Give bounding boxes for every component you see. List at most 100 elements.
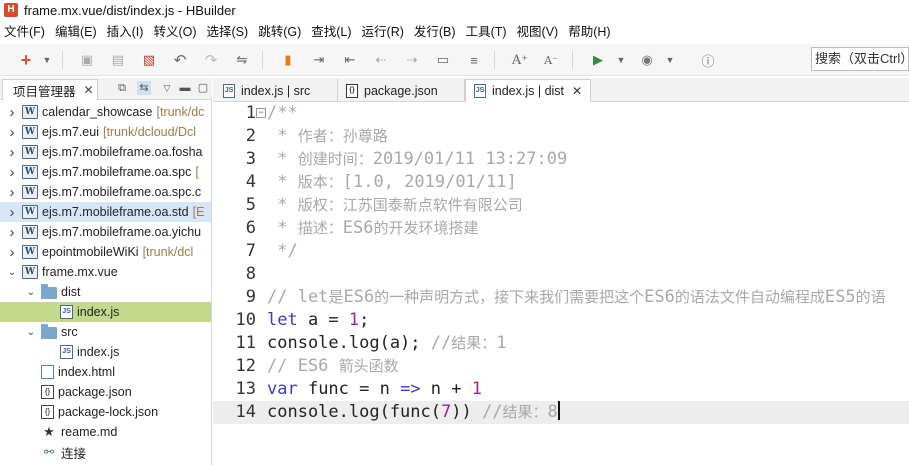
close-icon[interactable]: ✕ xyxy=(572,84,582,98)
browser-preview-icon[interactable]: ◉ xyxy=(639,52,655,68)
chevron-right-icon[interactable]: › xyxy=(6,164,18,181)
goto-next-icon[interactable]: ⇥ xyxy=(311,52,327,68)
code-line[interactable]: 3 * 创建时间：2019/01/11 13:27:09 xyxy=(213,148,909,171)
menu-item[interactable]: 插入(I) xyxy=(103,22,150,42)
tree-item[interactable]: › Wcalendar_showcase [trunk/dc xyxy=(0,102,211,122)
code-line[interactable]: 12 // ES6 箭头函数 xyxy=(213,355,909,378)
chevron-down-icon[interactable]: ⌄ xyxy=(25,287,37,298)
menu-item[interactable]: 文件(F) xyxy=(0,22,51,42)
indent-icon[interactable]: ≡ xyxy=(466,52,482,68)
tree-item[interactable]: ⌄ Wframe.mx.vue xyxy=(0,262,211,282)
code-token: 结果： xyxy=(502,403,548,421)
tree-item[interactable]: › Wejs.m7.mobileframe.oa.fosha xyxy=(0,142,211,162)
tree-item[interactable]: › Wejs.m7.mobileframe.oa.yichu xyxy=(0,222,211,242)
comment-icon[interactable]: ▭ xyxy=(435,52,451,68)
tree-item[interactable]: ⌄ dist xyxy=(0,282,211,302)
run-icon[interactable]: ▶ xyxy=(590,52,606,68)
code-line[interactable]: 2 * 作者：孙尊路 xyxy=(213,125,909,148)
code-line[interactable]: 13 var func = n => n + 1 xyxy=(213,378,909,401)
menu-item[interactable]: 转义(O) xyxy=(149,22,202,42)
chevron-right-icon[interactable]: › xyxy=(6,224,18,241)
tree-item[interactable]: › Wejs.m7.mobileframe.oa.std [E xyxy=(0,202,211,222)
collapse-all-icon[interactable]: ⧉ xyxy=(115,81,129,95)
code-line[interactable]: 6 * 描述：ES6的开发环境搭建 xyxy=(213,217,909,240)
font-decrease-icon[interactable]: A⁻ xyxy=(543,52,559,68)
code-line[interactable]: 7 */ xyxy=(213,240,909,263)
code-line[interactable]: 10 let a = 1; xyxy=(213,309,909,332)
chevron-down-icon[interactable]: ⌄ xyxy=(6,267,18,278)
save-all-icon[interactable]: ▤ xyxy=(110,52,126,68)
code-token: * xyxy=(267,149,298,169)
minimize-icon[interactable]: ▬ xyxy=(178,81,192,95)
maximize-icon[interactable]: ▢ xyxy=(196,81,210,95)
search-input[interactable]: 搜索（双击Ctrl） xyxy=(811,47,909,71)
menu-item[interactable]: 视图(V) xyxy=(513,22,565,42)
code-line[interactable]: 1−/** xyxy=(213,102,909,125)
menu-item[interactable]: 跳转(G) xyxy=(254,22,307,42)
chevron-right-icon[interactable]: › xyxy=(6,124,18,141)
menu-bar: 文件(F) 编辑(E) 插入(I) 转义(O) 选择(S) 跳转(G) 查找(L) 运行(R)… xyxy=(0,22,909,42)
tree-item[interactable]: JS index.js xyxy=(0,342,211,362)
new-file-icon[interactable]: + xyxy=(18,50,34,70)
tree-item[interactable]: ★ reame.md xyxy=(0,422,211,442)
editor-tab[interactable]: JS index.js | dist ✕ xyxy=(465,79,591,102)
code-line[interactable]: 14 console.log(func(7)) //结果：8 xyxy=(213,401,909,424)
code-line[interactable]: 9// let是ES6的一种声明方式，接下来我们需要把这个ES6的语法文件自动编… xyxy=(213,286,909,309)
tree-item-svn-info: [trunk/dcl xyxy=(142,245,194,259)
close-icon[interactable]: ✕ xyxy=(84,83,94,97)
undo-icon[interactable]: ↶ xyxy=(172,52,188,69)
code-area[interactable]: 1−/** 2 * 作者：孙尊路 3 * 创建时间：2019/01/11 13:27… xyxy=(213,102,909,465)
menu-item[interactable]: 运行(R) xyxy=(358,22,410,42)
code-editor: JS index.js | src {} package.json JS index.js… xyxy=(213,78,909,465)
code-line[interactable]: 11 console.log(a); //结果：1 xyxy=(213,332,909,355)
view-menu-chevron-icon[interactable]: ▽ xyxy=(160,81,174,95)
tree-item[interactable]: › WepointmobileWiKi [trunk/dcl xyxy=(0,242,211,262)
new-dropdown-chevron-icon[interactable]: ▼ xyxy=(39,52,55,68)
goto-prev-icon[interactable]: ⇤ xyxy=(342,52,358,68)
menu-item[interactable]: 查找(L) xyxy=(307,22,357,42)
tree-item-svn-info: [ xyxy=(195,165,199,179)
editor-tab[interactable]: JS index.js | src xyxy=(215,79,338,102)
menu-item[interactable]: 选择(S) xyxy=(203,22,255,42)
tree-item-label: ejs.m7.mobileframe.oa.spc xyxy=(42,165,192,179)
save-icon[interactable]: ▣ xyxy=(79,52,95,68)
code-line[interactable]: 5 * 版权：江苏国泰新点软件有限公司 xyxy=(213,194,909,217)
code-line[interactable]: 8 xyxy=(213,263,909,286)
code-line[interactable]: 4 * 版本：[1.0, 2019/01/11] xyxy=(213,171,909,194)
code-text: */ xyxy=(267,240,297,263)
link-editor-icon[interactable]: ⇆ xyxy=(137,81,151,95)
tree-item[interactable]: › Wejs.m7.mobileframe.oa.spc[ xyxy=(0,162,211,182)
menu-item[interactable]: 工具(T) xyxy=(462,22,513,42)
tree-item[interactable]: {} package-lock.json xyxy=(0,402,211,422)
tree-item[interactable]: JS index.js xyxy=(0,302,211,322)
chevron-right-icon[interactable]: › xyxy=(6,144,18,161)
menu-item[interactable]: 帮助(H) xyxy=(564,22,616,42)
tree-item[interactable]: ⚯ 连接 xyxy=(0,442,211,462)
tree-item[interactable]: {} package.json xyxy=(0,382,211,402)
editor-tab[interactable]: {} package.json xyxy=(338,79,465,102)
format-icon[interactable]: ⇋ xyxy=(234,52,250,68)
preview-dropdown-chevron-icon[interactable]: ▼ xyxy=(662,52,678,68)
jump-left-icon[interactable]: ⇠ xyxy=(373,52,389,68)
chevron-right-icon[interactable]: › xyxy=(6,244,18,261)
tree-item[interactable]: › Wejs.m7.eui [trunk/dcloud/Dcl xyxy=(0,122,211,142)
info-icon[interactable]: ⓘ xyxy=(700,52,716,69)
run-dropdown-chevron-icon[interactable]: ▼ xyxy=(613,52,629,68)
redo-icon[interactable]: ↷ xyxy=(203,52,219,69)
chevron-right-icon[interactable]: › xyxy=(6,184,18,201)
chevron-down-icon[interactable]: ⌄ xyxy=(25,327,37,338)
jump-right-icon[interactable]: ⇢ xyxy=(404,52,420,68)
bookmark-icon[interactable]: ▮ xyxy=(280,52,296,68)
chevron-right-icon[interactable]: › xyxy=(6,104,18,121)
font-increase-icon[interactable]: A⁺ xyxy=(512,52,528,68)
menu-item[interactable]: 发行(B) xyxy=(410,22,462,42)
tree-item[interactable]: index.html xyxy=(0,362,211,382)
code-token: * xyxy=(267,195,298,215)
tree-item[interactable]: › Wejs.m7.mobileframe.oa.spc.c xyxy=(0,182,211,202)
tab-project-manager[interactable]: 项目管理器 ✕ xyxy=(2,79,98,100)
menu-item[interactable]: 编辑(E) xyxy=(51,22,103,42)
close-file-icon[interactable]: ▧ xyxy=(141,52,157,68)
chevron-right-icon[interactable]: › xyxy=(6,204,18,221)
fold-toggle-icon[interactable]: − xyxy=(256,108,266,118)
tree-item[interactable]: ⌄ src xyxy=(0,322,211,342)
